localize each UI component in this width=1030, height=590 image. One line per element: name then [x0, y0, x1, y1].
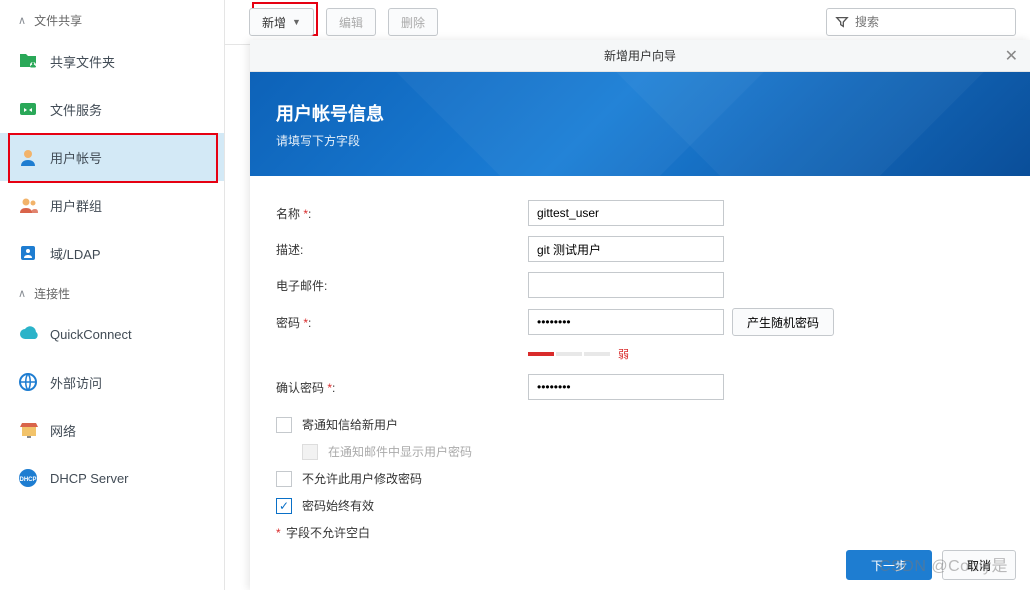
checkbox-label: 寄通知信给新用户 — [302, 416, 398, 433]
folder-share-icon — [18, 51, 38, 71]
sidebar-item-ldap[interactable]: 域/LDAP — [0, 229, 224, 277]
checkbox-icon — [276, 417, 292, 433]
user-form: 名称 *: 描述: 电子邮件: 密码 *: 产生随机密码 弱 确认密码 *: — [250, 176, 1030, 565]
sidebar-item-quickconnect[interactable]: QuickConnect — [0, 310, 224, 358]
edit-button[interactable]: 编辑 — [326, 8, 376, 36]
chevron-up-icon: ∧ — [18, 287, 26, 300]
section-label: 连接性 — [34, 285, 70, 302]
email-input[interactable] — [528, 272, 724, 298]
required-note: * 字段不允许空白 — [276, 524, 1004, 541]
button-label: 删除 — [401, 14, 425, 31]
dialog-footer: 下一步 取消 — [846, 550, 1016, 580]
sidebar-item-label: 用户群组 — [50, 196, 102, 215]
confirm-password-input[interactable] — [528, 374, 724, 400]
sidebar-item-label: 用户帐号 — [50, 148, 102, 167]
button-label: 编辑 — [339, 14, 363, 31]
confirm-label: 确认密码 — [276, 381, 324, 395]
dialog-title: 新增用户向导 — [604, 47, 676, 64]
sidebar-item-label: DHCP Server — [50, 471, 129, 486]
sidebar-item-network[interactable]: 网络 — [0, 406, 224, 454]
password-input[interactable] — [528, 309, 724, 335]
checkbox-label: 在通知邮件中显示用户密码 — [328, 443, 472, 460]
sidebar-item-user-account[interactable]: 用户帐号 — [0, 133, 224, 181]
button-label: 新增 — [262, 14, 286, 31]
section-label: 文件共享 — [34, 12, 82, 29]
network-icon — [18, 420, 38, 440]
checkbox-label: 密码始终有效 — [302, 497, 374, 514]
sidebar: ∧ 文件共享 共享文件夹 文件服务 用户帐号 用户群组 域/LDAP ∧ 连接性… — [0, 0, 225, 590]
globe-icon — [18, 372, 38, 392]
desc-input[interactable] — [528, 236, 724, 262]
close-icon[interactable]: ✕ — [1005, 46, 1018, 66]
chevron-up-icon: ∧ — [18, 14, 26, 27]
chevron-down-icon: ▼ — [292, 17, 301, 27]
required-mark: * — [303, 316, 308, 330]
dhcp-icon: DHCP — [18, 468, 38, 488]
ldap-icon — [18, 243, 38, 263]
banner-title: 用户帐号信息 — [276, 100, 1004, 126]
checkbox-never-expire[interactable]: ✓ 密码始终有效 — [276, 497, 1004, 514]
sidebar-item-file-service[interactable]: 文件服务 — [0, 85, 224, 133]
user-icon — [18, 147, 38, 167]
delete-button[interactable]: 删除 — [388, 8, 438, 36]
sidebar-item-label: 网络 — [50, 421, 76, 440]
search-input[interactable] — [855, 15, 1007, 29]
toolbar: 新增 ▼ 编辑 删除 — [225, 0, 1030, 45]
filter-icon — [835, 15, 849, 29]
required-mark: * — [327, 381, 332, 395]
required-mark: * — [303, 207, 308, 221]
checkbox-notify-user[interactable]: 寄通知信给新用户 — [276, 416, 1004, 433]
strength-label: 弱 — [618, 346, 629, 362]
generate-password-button[interactable]: 产生随机密码 — [732, 308, 834, 336]
sidebar-item-user-group[interactable]: 用户群组 — [0, 181, 224, 229]
dialog-title-bar: 新增用户向导 ✕ — [250, 40, 1030, 72]
password-strength: 弱 — [528, 346, 1004, 362]
next-button[interactable]: 下一步 — [846, 550, 932, 580]
section-connectivity[interactable]: ∧ 连接性 — [0, 277, 224, 310]
search-box[interactable] — [826, 8, 1016, 36]
banner-subtitle: 请填写下方字段 — [276, 132, 1004, 149]
checkbox-label: 不允许此用户修改密码 — [302, 470, 422, 487]
checkbox-icon — [302, 444, 318, 460]
strength-bar — [556, 352, 582, 356]
sidebar-item-dhcp[interactable]: DHCP DHCP Server — [0, 454, 224, 502]
sidebar-item-label: 文件服务 — [50, 100, 102, 119]
create-user-dialog: 新增用户向导 ✕ 用户帐号信息 请填写下方字段 名称 *: 描述: 电子邮件: … — [250, 40, 1030, 590]
add-button[interactable]: 新增 ▼ — [249, 8, 314, 36]
group-icon — [18, 195, 38, 215]
sidebar-item-external-access[interactable]: 外部访问 — [0, 358, 224, 406]
cancel-button[interactable]: 取消 — [942, 550, 1016, 580]
file-service-icon — [18, 99, 38, 119]
email-label: 电子邮件: — [276, 277, 528, 294]
sidebar-item-shared-folder[interactable]: 共享文件夹 — [0, 37, 224, 85]
name-input[interactable] — [528, 200, 724, 226]
section-file-share[interactable]: ∧ 文件共享 — [0, 4, 224, 37]
strength-bar — [528, 352, 554, 356]
sidebar-item-label: 外部访问 — [50, 373, 102, 392]
cloud-icon — [18, 324, 38, 344]
checkbox-icon — [276, 471, 292, 487]
dialog-banner: 用户帐号信息 请填写下方字段 — [250, 72, 1030, 176]
svg-text:DHCP: DHCP — [19, 477, 36, 483]
name-label: 名称 — [276, 207, 300, 221]
sidebar-item-label: QuickConnect — [50, 327, 132, 342]
strength-bar — [584, 352, 610, 356]
sidebar-item-label: 域/LDAP — [50, 244, 101, 263]
checkbox-disallow-change[interactable]: 不允许此用户修改密码 — [276, 470, 1004, 487]
password-label: 密码 — [276, 316, 300, 330]
sidebar-item-label: 共享文件夹 — [50, 52, 115, 71]
checkbox-checked-icon: ✓ — [276, 498, 292, 514]
checkbox-show-password: 在通知邮件中显示用户密码 — [276, 443, 1004, 460]
desc-label: 描述: — [276, 241, 528, 258]
